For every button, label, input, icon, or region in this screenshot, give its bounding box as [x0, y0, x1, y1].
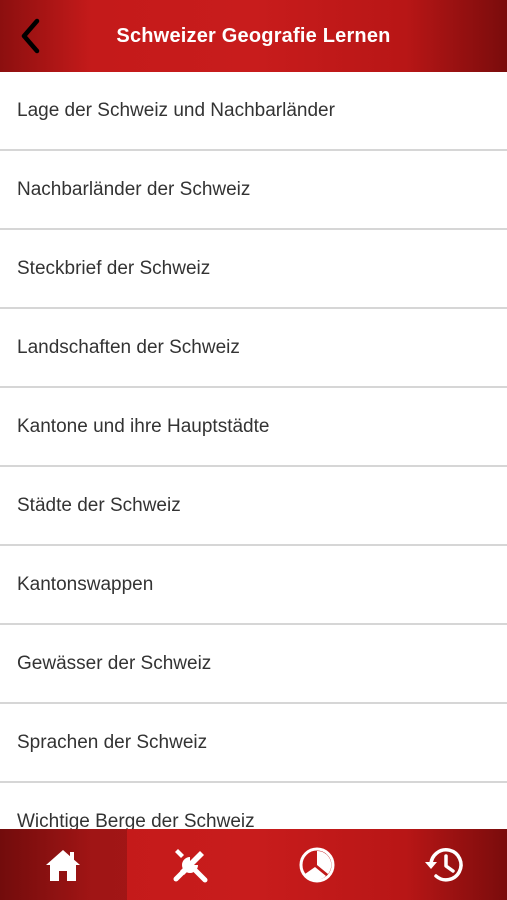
list-item-landschaften[interactable]: Landschaften der Schweiz [0, 309, 507, 388]
home-icon [46, 849, 81, 881]
tab-statistics[interactable] [254, 829, 381, 900]
tab-tools[interactable] [127, 829, 254, 900]
list-item-kantone[interactable]: Kantone und ihre Hauptstädte [0, 388, 507, 467]
tab-bar [0, 829, 507, 900]
app-header: Schweizer Geografie Lernen [0, 0, 507, 72]
chevron-left-icon [21, 18, 40, 54]
list-item-kantonswappen[interactable]: Kantonswappen [0, 546, 507, 625]
page-title: Schweizer Geografie Lernen [116, 24, 391, 47]
tab-history[interactable] [380, 829, 507, 900]
list-item-lage[interactable]: Lage der Schweiz und Nachbarländer [0, 72, 507, 151]
list-item-sprachen[interactable]: Sprachen der Schweiz [0, 704, 507, 783]
list-item-staedte[interactable]: Städte der Schweiz [0, 467, 507, 546]
list-item-berge[interactable]: Wichtige Berge der Schweiz [0, 783, 507, 830]
topic-list: Lage der Schweiz und Nachbarländer Nachb… [0, 72, 507, 829]
list-item-steckbrief[interactable]: Steckbrief der Schweiz [0, 230, 507, 309]
list-item-gewaesser[interactable]: Gewässer der Schweiz [0, 625, 507, 704]
tools-icon [173, 848, 208, 882]
tab-home[interactable] [0, 829, 127, 900]
pie-chart-icon [299, 847, 335, 882]
back-button[interactable] [0, 0, 60, 72]
list-item-nachbarlaender[interactable]: Nachbarländer der Schweiz [0, 151, 507, 230]
history-icon [424, 847, 463, 881]
